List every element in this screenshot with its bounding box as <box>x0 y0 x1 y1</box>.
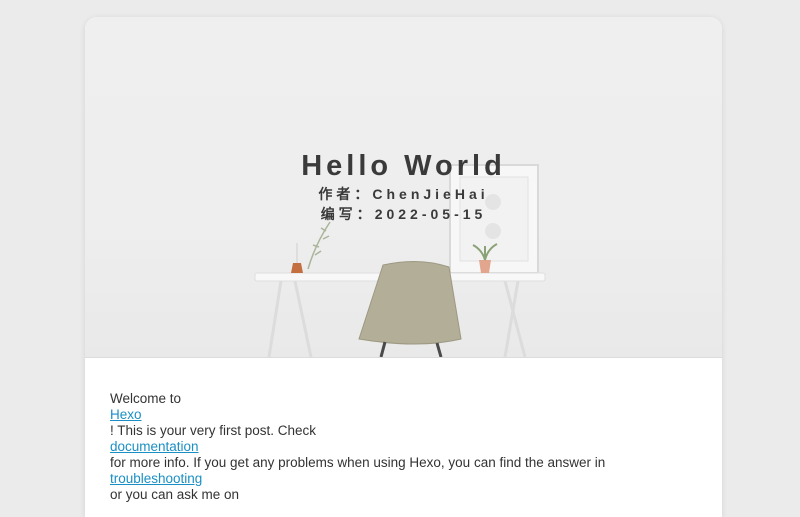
post-author: 作者：ChenJieHai <box>85 184 722 204</box>
post-header: Hello World 作者：ChenJieHai 编写：2022-05-15 <box>85 148 722 224</box>
content-text-first-post: ! This is your very first post. Check <box>110 423 317 438</box>
post-date: 编写：2022-05-15 <box>85 204 722 224</box>
plant-pot <box>479 260 491 273</box>
troubleshooting-link[interactable]: troubleshooting <box>110 471 202 486</box>
vase <box>291 263 303 273</box>
date-label: 编写： <box>320 206 375 222</box>
post-card: Hello World 作者：ChenJieHai 编写：2022-05-15 … <box>85 17 722 517</box>
author-label: 作者： <box>318 186 373 202</box>
content-text-welcome: Welcome to <box>110 391 182 406</box>
content-text-ask: or you can ask me on <box>110 487 240 502</box>
author-name: ChenJieHai <box>372 186 489 202</box>
date-value: 2022-05-15 <box>374 206 487 222</box>
documentation-link[interactable]: documentation <box>110 439 199 454</box>
post-content: Welcome to Hexo ! This is your very firs… <box>110 391 700 503</box>
post-title: Hello World <box>301 150 506 182</box>
hexo-link[interactable]: Hexo <box>110 407 142 422</box>
content-text-more-info: for more info. If you get any problems w… <box>110 455 606 470</box>
hero-banner: Hello World 作者：ChenJieHai 编写：2022-05-15 <box>85 17 722 358</box>
